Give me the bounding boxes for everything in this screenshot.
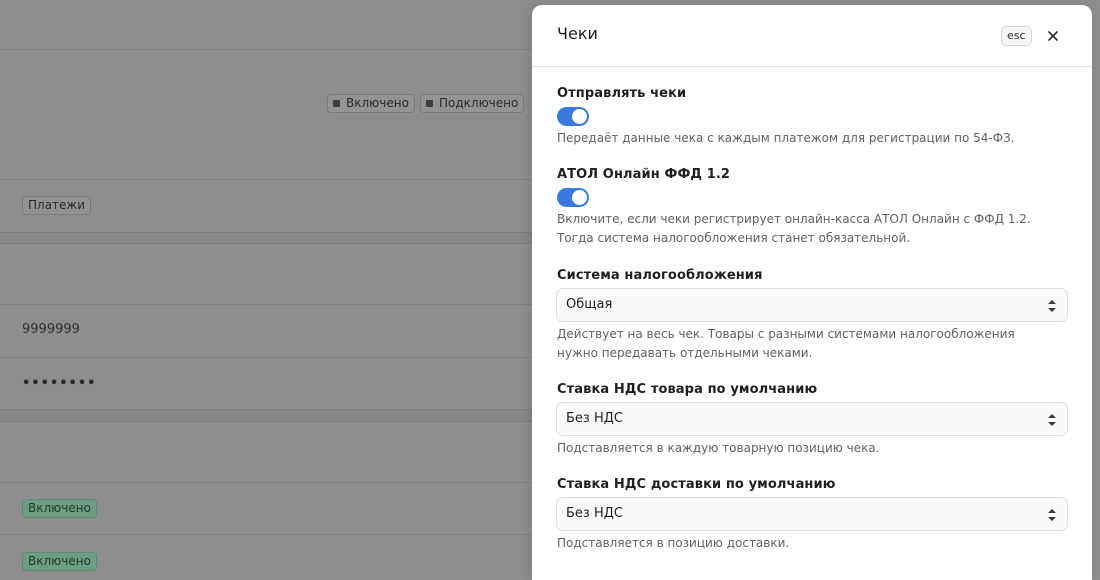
tax-system-select[interactable]: Общая <box>556 288 1068 322</box>
status-badge: Подключено <box>420 94 525 113</box>
toggle-knob <box>572 190 587 205</box>
section-gap <box>0 232 540 244</box>
close-icon <box>1048 31 1058 41</box>
drawer-title: Чеки <box>557 24 598 43</box>
id-value: 9999999 <box>22 322 80 337</box>
toggle-knob <box>572 109 587 124</box>
atol-ffd-label: АТОЛ Онлайн ФФД 1.2 <box>557 167 731 182</box>
vat-goods-help: Подставляется в каждую товарную позицию … <box>557 441 880 455</box>
select-arrows-icon <box>1048 509 1056 521</box>
vat-delivery-label: Ставка НДС доставки по умолчанию <box>557 477 836 492</box>
tax-system-help: Действует на весь чек. Товары с разными … <box>557 327 1015 360</box>
vat-goods-label: Ставка НДС товара по умолчанию <box>557 382 818 397</box>
send-receipts-toggle[interactable] <box>557 107 589 126</box>
send-receipts-label: Отправлять чеки <box>557 86 687 101</box>
vat-goods-value: Без НДС <box>566 411 623 426</box>
status-square-icon <box>333 100 340 107</box>
vat-delivery-value: Без НДС <box>566 506 623 521</box>
tax-system-label: Система налогообложения <box>557 268 763 283</box>
divider <box>0 304 540 305</box>
vat-goods-select[interactable]: Без НДС <box>556 402 1068 436</box>
drawer-header: Чеки esc <box>532 5 1092 67</box>
divider <box>0 179 540 180</box>
send-receipts-help: Передаёт данные чека с каждым платежом д… <box>557 131 1015 145</box>
tax-system-value: Общая <box>566 297 613 312</box>
divider <box>0 534 540 535</box>
esc-key-hint: esc <box>1001 26 1032 46</box>
select-arrows-icon <box>1048 414 1056 426</box>
receipts-drawer: Чеки esc Отправлять чеки Передаёт данные… <box>532 5 1092 580</box>
status-badge: Включено <box>327 94 415 113</box>
divider <box>0 482 540 483</box>
atol-ffd-help: Включите, если чеки регистрирует онлайн-… <box>557 212 1031 245</box>
atol-ffd-toggle[interactable] <box>557 188 589 207</box>
status-square-icon <box>426 100 433 107</box>
section-gap <box>0 409 540 422</box>
status-badge-enabled: Включено <box>22 499 97 518</box>
vat-delivery-select[interactable]: Без НДС <box>556 497 1068 531</box>
vat-delivery-help: Подставляется в позицию доставки. <box>557 536 790 550</box>
close-button[interactable] <box>1043 26 1063 46</box>
divider <box>0 357 540 358</box>
status-badge-enabled: Включено <box>22 552 97 571</box>
divider <box>0 49 540 50</box>
select-arrows-icon <box>1048 300 1056 312</box>
password-value: •••••••• <box>22 376 97 391</box>
section-badge: Платежи <box>22 196 92 215</box>
